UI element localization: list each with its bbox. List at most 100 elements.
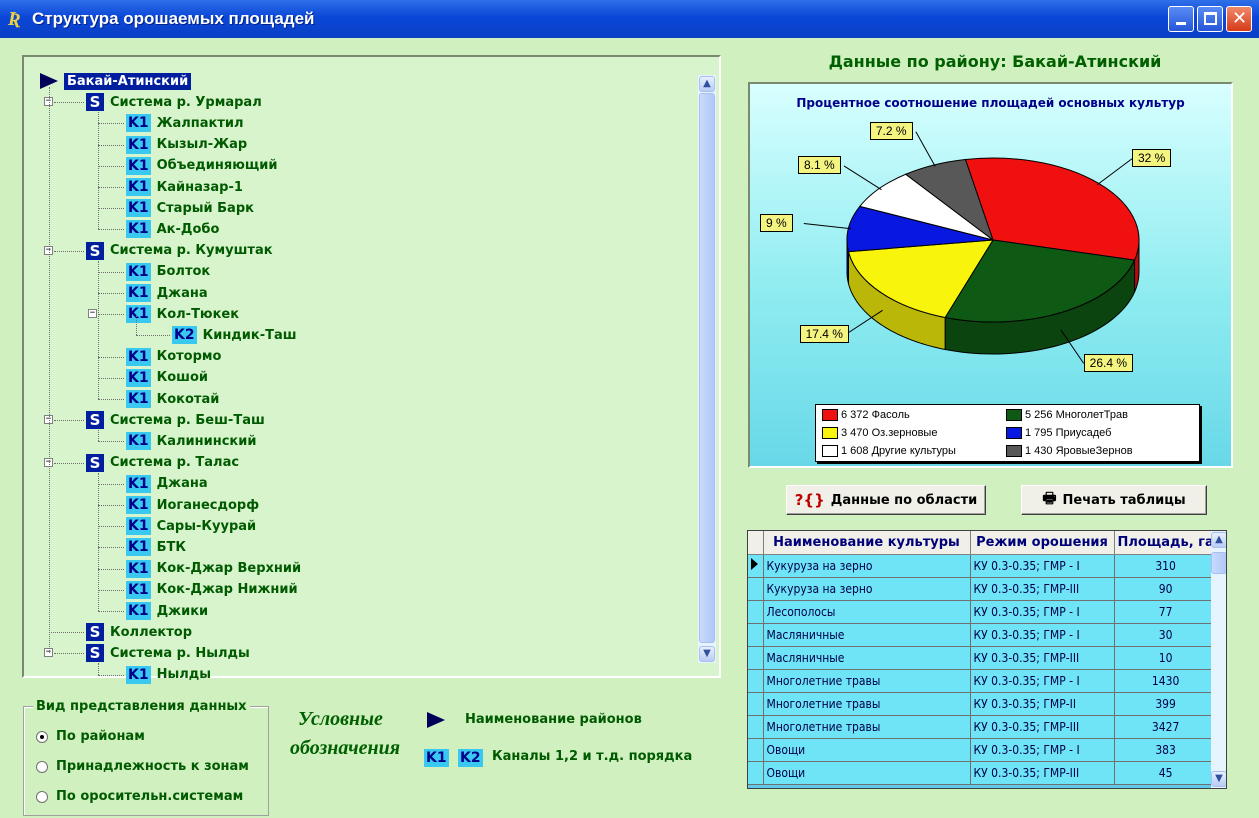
close-button[interactable]: ✕ — [1226, 6, 1252, 32]
scroll-thumb[interactable] — [699, 93, 715, 643]
table-row[interactable]: Масляничные КУ 0.3-0.35; ГМР-III 10 — [748, 646, 1218, 670]
table-scroll-thumb[interactable] — [1211, 552, 1226, 574]
tree-channel[interactable]: K1 БТК — [126, 537, 186, 557]
tree-channel[interactable]: K1 Ак-Добо — [126, 219, 219, 239]
radio-by-systems[interactable]: По оросительн.системам — [36, 789, 243, 804]
cell-area[interactable]: 90 — [1114, 577, 1218, 601]
row-indicator[interactable] — [748, 646, 764, 670]
cell-mode[interactable]: КУ 0.3-0.35; ГМР - I — [970, 738, 1115, 762]
table-row[interactable]: Овощи КУ 0.3-0.35; ГМР - I 383 — [748, 738, 1218, 762]
table-scroll-up-button[interactable]: ▲ — [1211, 532, 1226, 548]
cell-mode[interactable]: КУ 0.3-0.35; ГМР-III — [970, 715, 1115, 739]
cell-crop[interactable]: Кукуруза на зерно — [763, 554, 971, 578]
cell-mode[interactable]: КУ 0.3-0.35; ГМР-III — [970, 577, 1115, 601]
tree-channel[interactable]: K1 Джана — [126, 283, 208, 303]
table-row[interactable]: Кукуруза на зерно КУ 0.3-0.35; ГМР-III 90 — [748, 577, 1218, 601]
current-row-indicator-icon[interactable] — [748, 554, 764, 578]
row-indicator[interactable] — [748, 715, 764, 739]
table-scrollbar[interactable]: ▲ ▼ — [1211, 531, 1226, 788]
tree-channel[interactable]: K2 Киндик-Таш — [172, 325, 297, 345]
tree-channel[interactable]: K1 Болток — [126, 262, 210, 282]
table-row[interactable]: Масляничные КУ 0.3-0.35; ГМР - I 30 — [748, 623, 1218, 647]
scroll-down-button[interactable]: ▼ — [699, 646, 715, 662]
cell-area[interactable]: 30 — [1114, 623, 1218, 647]
row-indicator[interactable] — [748, 669, 764, 693]
cell-mode[interactable]: КУ 0.3-0.35; ГМР - I — [970, 623, 1115, 647]
collapse-toggle[interactable]: − — [88, 309, 97, 319]
radio-by-districts[interactable]: По районам — [36, 729, 145, 744]
tree-root-district[interactable]: Бакай-Атинский — [40, 71, 192, 91]
cell-area[interactable]: 399 — [1114, 692, 1218, 716]
cell-crop[interactable]: Овощи — [763, 738, 971, 762]
table-row[interactable]: Овощи КУ 0.3-0.35; ГМР-III 45 — [748, 761, 1218, 785]
cell-mode[interactable]: КУ 0.3-0.35; ГМР - I — [970, 554, 1115, 578]
table-scroll-down-button[interactable]: ▼ — [1211, 771, 1226, 787]
tree-system[interactable]: S Система р. Кумуштак — [86, 241, 273, 261]
tree-channel[interactable]: K1 Кок-Джар Верхний — [126, 559, 301, 579]
tree-system[interactable]: S Система р. Урмарал — [86, 92, 262, 112]
cell-area[interactable]: 10 — [1114, 646, 1218, 670]
cell-crop[interactable]: Лесополосы — [763, 600, 971, 624]
tree-channel[interactable]: K1 Калининский — [126, 431, 256, 451]
maximize-button[interactable] — [1197, 6, 1223, 32]
cell-area[interactable]: 383 — [1114, 738, 1218, 762]
table-row[interactable]: Многолетние травы КУ 0.3-0.35; ГМР-III 342… — [748, 715, 1218, 739]
row-indicator[interactable] — [748, 761, 764, 785]
cell-mode[interactable]: КУ 0.3-0.35; ГМР-III — [970, 646, 1115, 670]
cell-area[interactable]: 3427 — [1114, 715, 1218, 739]
cell-mode[interactable]: КУ 0.3-0.35; ГМР-II — [970, 692, 1115, 716]
column-header-area[interactable]: Площадь, га — [1114, 531, 1218, 555]
cell-area[interactable]: 310 — [1114, 554, 1218, 578]
row-indicator[interactable] — [748, 738, 764, 762]
crops-table[interactable]: Наименование культуры Режим орошения Пло… — [747, 530, 1227, 789]
row-indicator[interactable] — [748, 577, 764, 601]
cell-mode[interactable]: КУ 0.3-0.35; ГМР-III — [970, 761, 1115, 785]
tree-system[interactable]: S Коллектор — [86, 622, 192, 642]
cell-crop[interactable]: Многолетние травы — [763, 715, 971, 739]
tree-channel[interactable]: K1 Старый Барк — [126, 198, 254, 218]
print-table-button[interactable]: 🖶 Печать таблицы — [1021, 485, 1207, 515]
tree-channel[interactable]: K1 Объединяющий — [126, 156, 277, 176]
tree-channel[interactable]: K1 Кокотай — [126, 389, 219, 409]
row-indicator[interactable] — [748, 692, 764, 716]
tree-scrollbar[interactable]: ▲ ▼ — [698, 75, 716, 663]
cell-crop[interactable]: Многолетние травы — [763, 692, 971, 716]
tree-channel[interactable]: K1 Джики — [126, 601, 208, 621]
scroll-up-button[interactable]: ▲ — [699, 76, 715, 92]
tree-channel[interactable]: K1 Кайназар-1 — [126, 177, 243, 197]
tree-channel[interactable]: K1 Сары-Куурай — [126, 516, 256, 536]
cell-crop[interactable]: Кукуруза на зерно — [763, 577, 971, 601]
region-data-button[interactable]: ?{} Данные по области — [786, 485, 986, 515]
tree-channel[interactable]: K1 Нылды — [126, 665, 211, 685]
cell-crop[interactable]: Многолетние травы — [763, 669, 971, 693]
cell-area[interactable]: 45 — [1114, 761, 1218, 785]
tree-channel[interactable]: K1 Джана — [126, 474, 208, 494]
tree-channel[interactable]: K1 Кошой — [126, 368, 208, 388]
row-indicator[interactable] — [748, 600, 764, 624]
cell-area[interactable]: 77 — [1114, 600, 1218, 624]
tree-channel[interactable]: K1 Котормо — [126, 347, 221, 367]
radio-by-zones[interactable]: Принадлежность к зонам — [36, 759, 249, 774]
tree-channel[interactable]: K1 Иоганесдорф — [126, 495, 259, 515]
table-row[interactable]: Кукуруза на зерно КУ 0.3-0.35; ГМР - I 310 — [748, 554, 1218, 578]
cell-mode[interactable]: КУ 0.3-0.35; ГМР - I — [970, 600, 1115, 624]
minimize-button[interactable] — [1168, 6, 1194, 32]
column-header-crop[interactable]: Наименование культуры — [763, 531, 971, 555]
table-row[interactable]: Многолетние травы КУ 0.3-0.35; ГМР-II 399 — [748, 692, 1218, 716]
table-row[interactable]: Многолетние травы КУ 0.3-0.35; ГМР - I 143… — [748, 669, 1218, 693]
tree-channel[interactable]: K1 Кок-Джар Нижний — [126, 580, 298, 600]
cell-mode[interactable]: КУ 0.3-0.35; ГМР - I — [970, 669, 1115, 693]
tree-channel[interactable]: K1 Кызыл-Жар — [126, 135, 247, 155]
tree-channel[interactable]: K1 Кол-Тюкек — [126, 304, 239, 324]
tree-system[interactable]: S Система р. Талас — [86, 453, 239, 473]
row-indicator[interactable] — [748, 623, 764, 647]
tree-system[interactable]: S Система р. Нылды — [86, 643, 250, 663]
tree-channel[interactable]: K1 Жалпактил — [126, 113, 244, 133]
cell-crop[interactable]: Масляничные — [763, 646, 971, 670]
cell-crop[interactable]: Масляничные — [763, 623, 971, 647]
column-header-mode[interactable]: Режим орошения — [970, 531, 1115, 555]
cell-area[interactable]: 1430 — [1114, 669, 1218, 693]
table-row[interactable]: Лесополосы КУ 0.3-0.35; ГМР - I 77 — [748, 600, 1218, 624]
tree-system[interactable]: S Система р. Беш-Таш — [86, 410, 265, 430]
cell-crop[interactable]: Овощи — [763, 761, 971, 785]
